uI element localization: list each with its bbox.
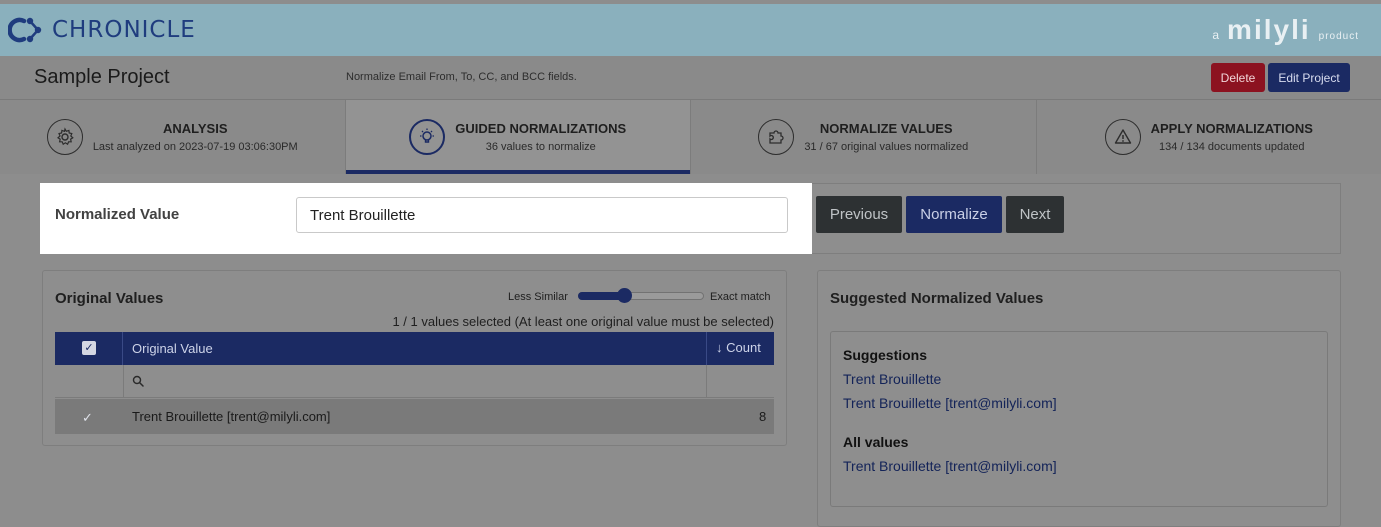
step-apply-normalizations[interactable]: APPLY NORMALIZATIONS 134 / 134 documents… — [1036, 100, 1381, 174]
brand-name: milyli — [1227, 14, 1311, 45]
brand-prefix: a — [1212, 28, 1220, 42]
similarity-slider-thumb[interactable] — [617, 288, 632, 303]
puzzle-icon — [758, 119, 795, 155]
step-title: GUIDED NORMALIZATIONS — [455, 121, 627, 136]
step-subtitle: Last analyzed on 2023-07-19 03:06:30PM — [92, 141, 298, 153]
step-normalize-values[interactable]: NORMALIZE VALUES 31 / 67 original values… — [691, 100, 1037, 174]
all-values-heading: All values — [843, 434, 909, 450]
step-guided-normalizations[interactable]: GUIDED NORMALIZATIONS 36 values to norma… — [345, 100, 691, 174]
slider-exact-match-label: Exact match — [710, 291, 771, 303]
delete-button[interactable]: Delete — [1211, 63, 1265, 92]
milyli-brand: a milyli product — [1212, 14, 1359, 46]
step-title: ANALYSIS — [162, 121, 228, 136]
chronicle-logo-icon — [8, 17, 42, 43]
step-subtitle: 134 / 134 documents updated — [1158, 141, 1305, 153]
step-subtitle: 36 values to normalize — [485, 141, 596, 153]
column-count[interactable]: ↓ Count — [716, 340, 761, 355]
warning-icon — [1104, 119, 1141, 155]
brand-suffix: product — [1318, 31, 1359, 42]
step-analysis[interactable]: ANALYSIS Last analyzed on 2023-07-19 03:… — [0, 100, 346, 174]
step-title: NORMALIZE VALUES — [819, 121, 953, 136]
suggestion-link[interactable]: Trent Brouillette — [843, 371, 941, 387]
project-title: Sample Project — [34, 66, 170, 88]
column-divider — [706, 365, 707, 398]
lightbulb-icon — [409, 119, 446, 155]
column-original-value[interactable]: Original Value — [132, 341, 213, 356]
normalized-value-input[interactable] — [296, 197, 788, 233]
select-all-checkbox[interactable]: ✓ — [82, 341, 96, 355]
app-title: CHRONICLE — [52, 17, 196, 43]
app-header: CHRONICLE a milyli product — [0, 4, 1381, 56]
selection-status: 1 / 1 values selected (At least one orig… — [392, 314, 774, 329]
next-button[interactable]: Next — [1006, 196, 1064, 233]
column-divider — [123, 365, 124, 398]
previous-button[interactable]: Previous — [816, 196, 902, 233]
table-filter-row — [55, 365, 774, 398]
workflow-steps: ANALYSIS Last analyzed on 2023-07-19 03:… — [0, 100, 1381, 174]
suggestions-heading: Suggestions — [843, 347, 928, 363]
column-divider — [706, 332, 707, 365]
step-subtitle: 31 / 67 original values normalized — [804, 141, 969, 153]
suggestion-link[interactable]: Trent Brouillette [trent@milyli.com] — [843, 395, 1057, 411]
row-count: 8 — [759, 409, 767, 424]
original-values-title: Original Values — [55, 290, 164, 307]
row-checkbox[interactable]: ✓ — [82, 410, 93, 426]
step-title: APPLY NORMALIZATIONS — [1150, 121, 1313, 136]
search-icon[interactable] — [132, 375, 144, 387]
gear-icon — [46, 119, 83, 155]
project-bar: Sample Project Normalize Email From, To,… — [0, 56, 1381, 100]
project-description: Normalize Email From, To, CC, and BCC fi… — [346, 71, 577, 83]
edit-project-button[interactable]: Edit Project — [1268, 63, 1350, 92]
all-values-link[interactable]: Trent Brouillette [trent@milyli.com] — [843, 458, 1057, 474]
slider-less-similar-label: Less Similar — [508, 291, 568, 303]
row-original-value: Trent Brouillette [trent@milyli.com] — [132, 409, 331, 424]
normalize-button[interactable]: Normalize — [906, 196, 1002, 233]
app-logo[interactable]: CHRONICLE — [8, 12, 196, 48]
suggested-values-title: Suggested Normalized Values — [830, 290, 1044, 307]
normalized-value-label: Normalized Value — [55, 206, 180, 223]
